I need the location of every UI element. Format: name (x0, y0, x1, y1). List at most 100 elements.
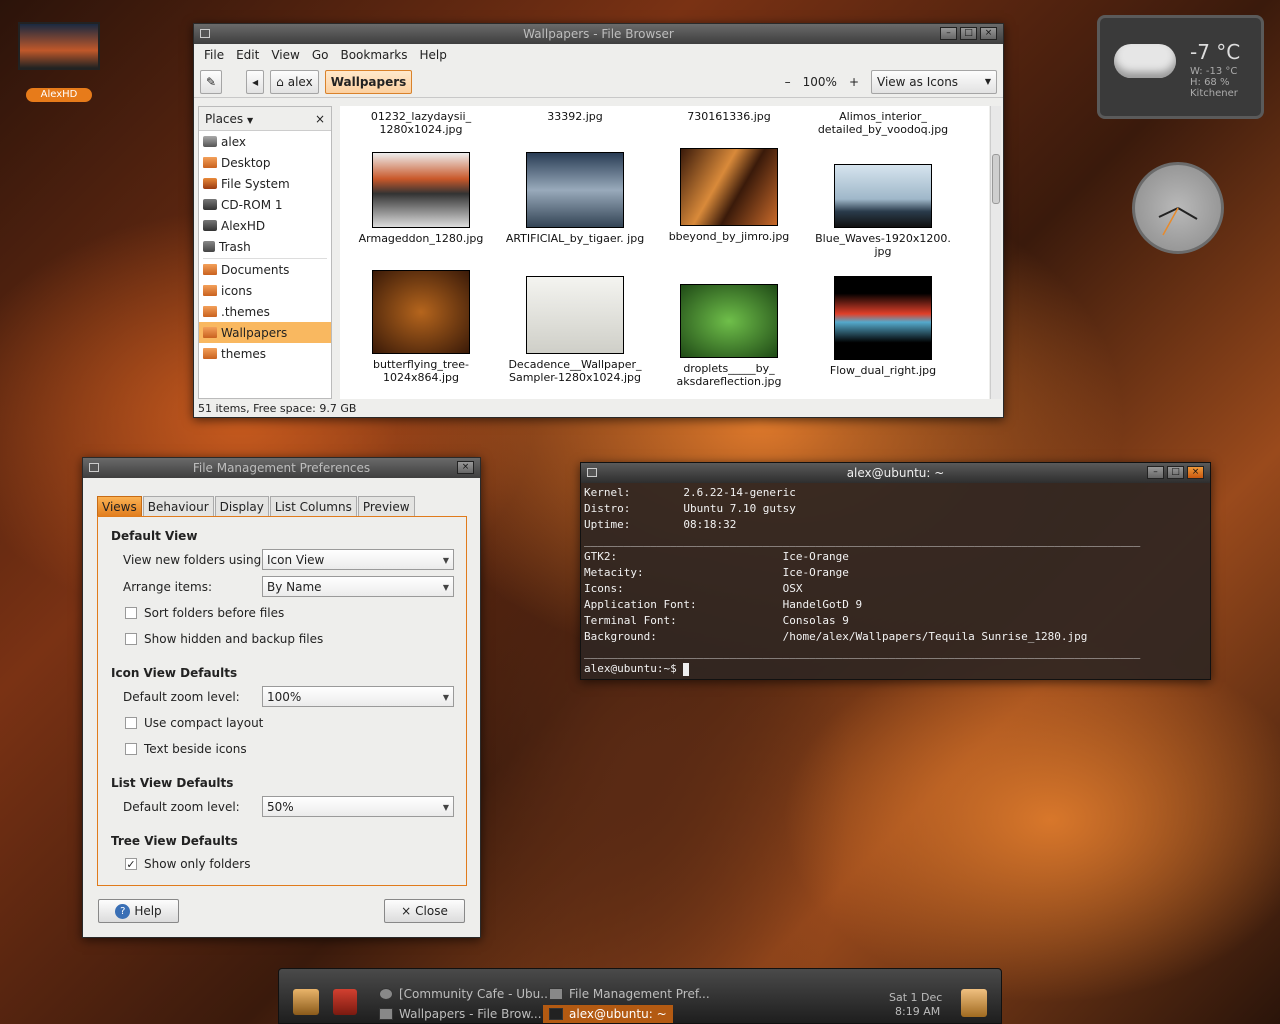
icon-zoom-select[interactable]: 100% ▼ (262, 686, 454, 707)
weather-temp: -7 °C (1190, 40, 1241, 64)
show-hidden-checkbox[interactable]: Show hidden and backup files (125, 632, 323, 646)
menu-edit[interactable]: Edit (230, 48, 265, 62)
preferences-titlebar[interactable]: File Management Preferences × (83, 458, 480, 478)
compact-layout-checkbox[interactable]: Use compact layout (125, 716, 263, 730)
terminal-window[interactable]: alex@ubuntu: ~ – □ × Kernel: 2.6.22-14-gen… (580, 462, 1211, 680)
zoom-out-button[interactable]: – (779, 75, 797, 89)
file-item[interactable]: butterflying_tree- 1024x864.jpg (346, 270, 496, 384)
file-item[interactable]: Alimos_interior_ detailed_by_voodoq.jpg (808, 110, 958, 136)
menu-bookmarks[interactable]: Bookmarks (334, 48, 413, 62)
menu-help[interactable]: Help (414, 48, 453, 62)
sidebar-item-cdrom[interactable]: CD-ROM 1 (199, 194, 331, 215)
edit-location-button[interactable]: ✎ (200, 69, 223, 94)
terminal-title: alex@ubuntu: ~ (846, 466, 945, 480)
close-button[interactable]: × (457, 461, 474, 474)
trash-icon (203, 241, 215, 252)
maximize-button[interactable]: □ (960, 27, 977, 40)
file-item[interactable]: ARTIFICIAL_by_tigaer. jpg (500, 152, 650, 245)
task-terminal[interactable]: alex@ubuntu: ~ (543, 1005, 673, 1023)
file-item[interactable]: Flow_dual_right.jpg (808, 276, 958, 377)
tab-views[interactable]: Views (97, 496, 142, 517)
image-thumbnail (526, 276, 624, 354)
sort-folders-checkbox[interactable]: Sort folders before files (125, 606, 284, 620)
folder-icon (203, 348, 217, 359)
home-folder-launcher-icon[interactable] (293, 989, 319, 1015)
close-sidebar-icon[interactable]: × (315, 112, 325, 126)
section-tree-view-defaults: Tree View Defaults (111, 834, 238, 848)
file-item[interactable]: 01232_lazydaysii_ 1280x1024.jpg (346, 110, 496, 136)
file-browser-titlebar[interactable]: Wallpapers - File Browser – □ × (194, 24, 1003, 44)
sidebar-item-desktop[interactable]: Desktop (199, 152, 331, 173)
checkbox-box (125, 717, 137, 729)
sidebar-item-themes[interactable]: themes (199, 343, 331, 364)
crumb-alex[interactable]: ⌂ alex (270, 69, 319, 94)
panel-date[interactable]: Sat 1 Dec (889, 991, 942, 1004)
image-thumbnail (834, 276, 932, 360)
menu-go[interactable]: Go (306, 48, 335, 62)
close-button[interactable]: × (980, 27, 997, 40)
close-icon: × (401, 904, 412, 918)
minimize-button[interactable]: – (940, 27, 957, 40)
list-zoom-select[interactable]: 50% ▼ (262, 796, 454, 817)
file-item[interactable]: Decadence__Wallpaper_ Sampler-1280x1024.… (500, 276, 650, 384)
sidebar-item-trash[interactable]: Trash (199, 236, 331, 257)
window-title: Wallpapers - File Browser (523, 27, 674, 41)
task-file-management-prefs[interactable]: File Management Pref... (549, 985, 710, 1003)
window-icon (379, 1008, 393, 1020)
file-grid-scrollbar[interactable] (990, 106, 1001, 399)
drive-thumbnail-icon (18, 22, 100, 70)
file-item[interactable]: 33392.jpg (500, 110, 650, 123)
sidebar-item-alex[interactable]: alex (199, 131, 331, 152)
task-community-cafe[interactable]: [Community Cafe - Ubu... (379, 985, 552, 1003)
text-beside-icons-checkbox[interactable]: Text beside icons (125, 742, 247, 756)
menu-view[interactable]: View (265, 48, 305, 62)
task-wallpapers-browser[interactable]: Wallpapers - File Brow... (379, 1005, 542, 1023)
menu-file[interactable]: File (198, 48, 230, 62)
sidebar-item-icons[interactable]: icons (199, 280, 331, 301)
close-dialog-button[interactable]: × Close (384, 899, 465, 923)
view-mode-select[interactable]: View as Icons ▼ (871, 69, 997, 94)
window-menu-icon[interactable] (89, 463, 99, 472)
image-thumbnail (680, 148, 778, 226)
sidebar-item-filesystem[interactable]: File System (199, 173, 331, 194)
window-menu-icon[interactable] (587, 468, 597, 477)
sidebar-item-dotthemes[interactable]: .themes (199, 301, 331, 322)
file-item[interactable]: Blue_Waves-1920x1200. jpg (808, 164, 958, 258)
terminal-titlebar[interactable]: alex@ubuntu: ~ – □ × (581, 463, 1210, 483)
arrange-items-select[interactable]: By Name ▼ (262, 576, 454, 597)
only-folders-checkbox[interactable]: ✓ Show only folders (125, 857, 250, 871)
new-folders-view-select[interactable]: Icon View ▼ (262, 549, 454, 570)
crumb-wallpapers[interactable]: Wallpapers (324, 69, 413, 94)
file-item[interactable]: Armageddon_1280.jpg (346, 152, 496, 245)
browser-icon (379, 988, 393, 1000)
chair-launcher-icon[interactable] (333, 989, 357, 1015)
scrollbar-thumb[interactable] (992, 154, 1000, 204)
chevron-down-icon: ▼ (984, 77, 991, 86)
zoom-in-button[interactable]: + (843, 75, 865, 89)
chevron-down-icon: ▼ (246, 115, 254, 125)
panel-time[interactable]: 8:19 AM (895, 1005, 940, 1018)
tab-preview[interactable]: Preview (357, 496, 415, 517)
help-button[interactable]: ? Help (98, 899, 179, 923)
file-item[interactable]: droplets_____by_ aksdareflection.jpg (654, 284, 804, 388)
terminal-cursor (683, 662, 690, 676)
sidebar-item-wallpapers[interactable]: Wallpapers (199, 322, 331, 343)
window-menu-icon[interactable] (200, 29, 210, 38)
file-item[interactable]: bbeyond_by_jimro.jpg (654, 148, 804, 243)
desktop-icon-alexhd[interactable]: AlexHD (18, 22, 102, 102)
places-header[interactable]: Places ▼ × (199, 107, 331, 131)
trash-applet-icon[interactable] (961, 989, 987, 1017)
file-item[interactable]: 730161336.jpg (654, 110, 804, 123)
back-crumb-button[interactable]: ◂ (246, 69, 265, 94)
sidebar-item-documents[interactable]: Documents (199, 259, 331, 280)
tab-display[interactable]: Display (214, 496, 269, 517)
tab-list-columns[interactable]: List Columns (269, 496, 357, 517)
zoom-level[interactable]: 100% (803, 75, 837, 89)
weather-humidity: H: 68 % (1190, 77, 1230, 88)
maximize-button[interactable]: □ (1167, 466, 1184, 479)
tab-behaviour[interactable]: Behaviour (142, 496, 214, 517)
minimize-button[interactable]: – (1147, 466, 1164, 479)
checkbox-box (125, 633, 137, 645)
sidebar-item-alexhd[interactable]: AlexHD (199, 215, 331, 236)
close-button[interactable]: × (1187, 466, 1204, 479)
